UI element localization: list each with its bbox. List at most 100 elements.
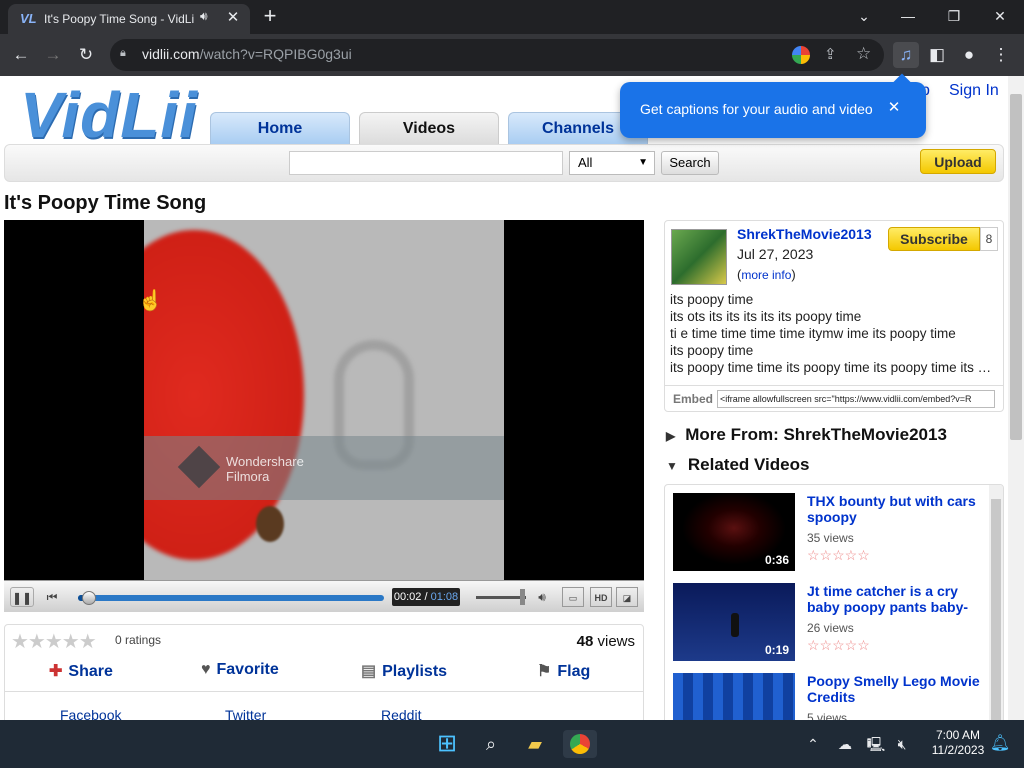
triangle-right-icon: ▶ <box>666 429 676 443</box>
screen: VL It's Poopy Time Song - VidLii 🔊︎ ✕ + … <box>0 0 1024 768</box>
character-shape <box>731 613 739 637</box>
web-page: VidLii p Sign In Home Videos Channels Al… <box>0 76 1024 720</box>
nav-tab-videos[interactable]: Videos <box>359 112 499 144</box>
related-video-title[interactable]: Poopy Smelly Lego Movie Credits <box>807 673 987 705</box>
volume-handle[interactable] <box>520 589 525 605</box>
related-video-item[interactable]: Poopy Smelly Lego Movie Credits 5 views <box>673 673 989 720</box>
pause-icon[interactable]: ❚❚ <box>10 587 34 607</box>
search-button[interactable]: Search <box>661 151 719 175</box>
bookmark-star-icon[interactable]: ☆ <box>856 44 871 64</box>
more-info-link[interactable]: more info <box>741 268 791 282</box>
thumbnail-duration: 0:36 <box>764 553 789 567</box>
views-number: 48 <box>576 633 594 650</box>
sign-in-link[interactable]: Sign In <box>949 82 999 100</box>
playlists-button[interactable]: ▤ Playlists <box>361 661 447 681</box>
close-tab-icon[interactable]: ✕ <box>224 9 242 27</box>
search-input[interactable] <box>289 151 563 175</box>
description-line: its poopy time time its poopy time its p… <box>670 360 998 375</box>
nav-tab-home[interactable]: Home <box>210 112 350 144</box>
chevron-down-icon: ▼ <box>638 157 648 168</box>
upload-date: Jul 27, 2023 <box>737 246 814 262</box>
fullscreen-icon[interactable]: ◪ <box>616 587 638 607</box>
audio-playing-icon[interactable]: 🔊︎ <box>200 9 208 24</box>
related-video-title[interactable]: Jt time catcher is a cry baby poopy pant… <box>807 583 987 615</box>
search-icon[interactable]: ⌕ <box>477 730 505 758</box>
back-icon[interactable]: ← <box>8 42 34 68</box>
views-count: 48 views <box>577 633 635 650</box>
reddit-link[interactable]: Reddit <box>381 707 421 720</box>
related-video-title[interactable]: THX bounty but with cars spoopy <box>807 493 987 525</box>
clock[interactable]: 7:00 AM 11/2/2023 <box>920 728 996 758</box>
volume-muted-icon[interactable]: 🔇︎ <box>888 730 916 758</box>
vidlii-logo[interactable]: VidLii <box>20 82 198 148</box>
page-scrollbar[interactable] <box>1008 76 1024 720</box>
playlist-icon: ▤ <box>361 663 377 680</box>
flag-button[interactable]: ⚑ Flag <box>537 661 590 681</box>
description-line: ti e time time time time itymw ime its p… <box>670 326 956 341</box>
progress-handle[interactable] <box>82 591 96 605</box>
facebook-link[interactable]: Facebook <box>60 707 121 720</box>
upload-button[interactable]: Upload <box>920 149 996 174</box>
video-player[interactable]: Wondershare Filmora ☝ ❚❚ ⏮︎ 00:02 / 01:08… <box>4 220 644 612</box>
video-thumbnail[interactable]: 0:19 <box>673 583 795 661</box>
forward-icon[interactable]: → <box>40 42 66 68</box>
browser-tab[interactable]: VL It's Poopy Time Song - VidLii 🔊︎ ✕ <box>8 4 250 34</box>
subscribe-button[interactable]: Subscribe <box>888 227 980 251</box>
progress-bar[interactable] <box>78 595 384 601</box>
menu-icon[interactable]: ⋮ <box>988 42 1014 68</box>
minimize-icon[interactable]: — <box>890 3 926 29</box>
browser-toolbar: ← → ↻ 🔒︎ vidlii.com/watch?v=RQPIBG0g3ui … <box>0 34 1024 76</box>
lock-icon[interactable]: 🔒︎ <box>120 47 126 60</box>
notification-bell-icon[interactable]: 🔔︎ <box>986 730 1014 758</box>
hd-button[interactable]: HD <box>590 587 612 607</box>
share-button[interactable]: ✚ Share <box>49 661 113 681</box>
video-thumbnail[interactable] <box>673 673 795 720</box>
tab-search-icon[interactable]: ⌄ <box>846 3 882 29</box>
share-icon[interactable]: ⇪ <box>824 45 837 63</box>
chrome-icon <box>570 734 590 754</box>
related-scrollbar[interactable] <box>989 485 1003 720</box>
chevron-up-icon[interactable]: ⌃ <box>799 730 827 758</box>
address-bar[interactable]: 🔒︎ vidlii.com/watch?v=RQPIBG0g3ui ⇪ ☆ <box>110 39 884 71</box>
reload-icon[interactable]: ↻ <box>73 42 99 68</box>
more-from-toggle[interactable]: ▶ More From: ShrekTheMovie2013 <box>666 425 947 445</box>
related-video-item[interactable]: 0:36 THX bounty but with cars spoopy 35 … <box>673 493 989 575</box>
related-video-item[interactable]: 0:19 Jt time catcher is a cry baby poopy… <box>673 583 989 665</box>
flag-label: Flag <box>557 663 591 680</box>
chrome-taskbar-button[interactable] <box>563 730 597 758</box>
restore-icon[interactable]: ❐ <box>936 3 972 29</box>
avatar[interactable] <box>671 229 727 285</box>
video-thumbnail[interactable]: 0:36 <box>673 493 795 571</box>
uploader-name[interactable]: ShrekTheMovie2013 <box>737 226 872 242</box>
network-icon[interactable]: 🖳︎ <box>862 730 890 758</box>
close-icon[interactable]: ✕ <box>884 98 904 118</box>
search-category-select[interactable]: All ▼ <box>569 151 655 175</box>
volume-slider[interactable] <box>476 596 526 599</box>
volume-icon[interactable]: 🔊︎ <box>530 587 554 607</box>
theater-mode-icon[interactable]: ▭ <box>562 587 584 607</box>
embed-code-field[interactable]: <iframe allowfullscreen src="https://www… <box>717 390 995 408</box>
related-videos-toggle[interactable]: ▼ Related Videos <box>666 455 809 475</box>
side-panel-icon[interactable]: ◧ <box>924 42 950 68</box>
file-explorer-icon[interactable]: ▰ <box>521 730 549 758</box>
favorite-button[interactable]: ♥ Favorite <box>201 661 279 679</box>
skip-back-icon[interactable]: ⏮︎ <box>40 587 64 607</box>
heart-icon: ♥ <box>201 661 211 678</box>
profile-icon[interactable]: ● <box>956 42 982 68</box>
video-frame[interactable]: Wondershare Filmora <box>144 220 504 580</box>
google-lens-icon[interactable] <box>792 46 810 64</box>
close-window-icon[interactable]: ✕ <box>982 3 1018 29</box>
windows-start-icon[interactable]: ⊞ <box>433 730 461 758</box>
scrollbar-thumb[interactable] <box>991 499 1001 720</box>
media-controls-icon[interactable]: ♫ <box>893 42 919 68</box>
url-text[interactable]: vidlii.com/watch?v=RQPIBG0g3ui <box>142 46 352 62</box>
new-tab-icon[interactable]: + <box>258 5 282 29</box>
twitter-link[interactable]: Twitter <box>225 707 266 720</box>
playlists-label: Playlists <box>382 663 448 680</box>
taskbar: ⊞ ⌕ ▰ ⌃ ☁ 🖳︎ 🔇︎ 7:00 AM 11/2/2023 🔔︎ <box>0 720 1024 768</box>
scrollbar-thumb[interactable] <box>1010 94 1022 440</box>
rating-stars[interactable]: ★★★★★ <box>11 629 97 654</box>
onedrive-icon[interactable]: ☁ <box>831 730 859 758</box>
url-host: vidlii.com <box>142 46 200 62</box>
url-path: /watch?v=RQPIBG0g3ui <box>199 46 352 62</box>
